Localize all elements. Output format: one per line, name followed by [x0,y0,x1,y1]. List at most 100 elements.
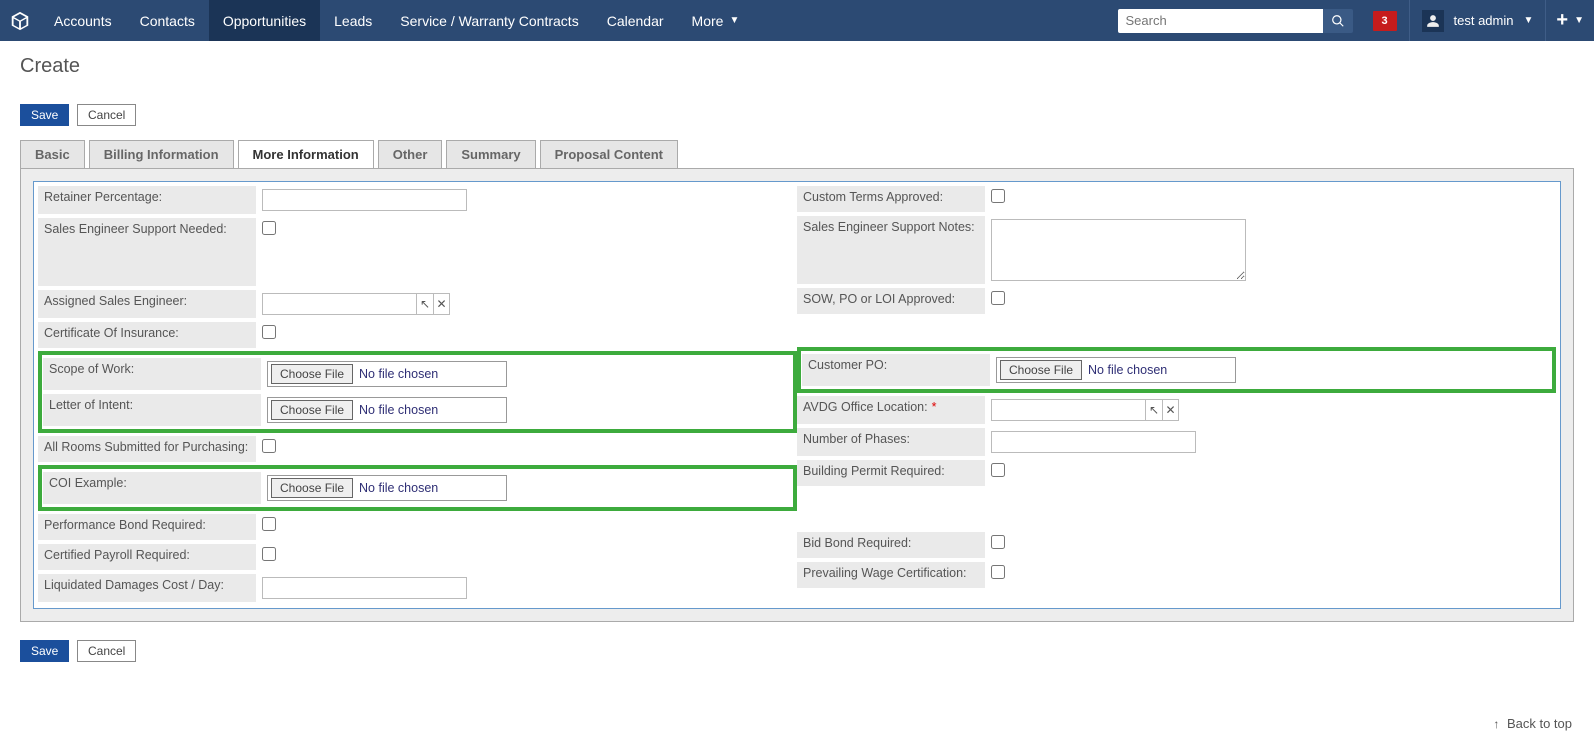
checkbox-seseng-needed[interactable] [262,221,276,235]
label-retainer: Retainer Percentage: [38,186,256,214]
label-liqdam: Liquidated Damages Cost / Day: [38,574,256,602]
nav-spacer [753,0,1111,41]
nav-calendar[interactable]: Calendar [593,0,678,41]
back-to-top[interactable]: ↑ Back to top [1493,716,1572,731]
nav-more[interactable]: More ▼ [678,0,754,41]
save-button[interactable]: Save [20,104,69,126]
caret-down-icon: ▼ [729,15,739,26]
form-panel: Retainer Percentage: Sales Engineer Supp… [20,168,1574,622]
nav-service-contracts[interactable]: Service / Warranty Contracts [386,0,592,41]
input-numphases[interactable] [991,431,1196,453]
tab-other[interactable]: Other [378,140,443,168]
label-bidbond: Bid Bond Required: [797,532,985,558]
file-coi-ex-status: No file chosen [359,481,438,495]
form-col-right: Custom Terms Approved: Sales Engineer Su… [797,184,1556,604]
checkbox-certpayroll[interactable] [262,547,276,561]
nav-items: Accounts Contacts Opportunities Leads Se… [40,0,753,41]
label-loi: Letter of Intent: [43,394,261,426]
file-custpo-choose[interactable]: Choose File [1000,360,1082,380]
input-avdg[interactable] [991,399,1146,421]
label-coi-ex: COI Example: [43,472,261,504]
user-icon [1426,14,1440,28]
file-sow-status: No file chosen [359,367,438,381]
file-custpo: Choose File No file chosen [996,357,1236,383]
label-assign-se: Assigned Sales Engineer: [38,290,256,318]
tab-summary[interactable]: Summary [446,140,535,168]
nav-leads[interactable]: Leads [320,0,386,41]
label-blank [797,318,985,344]
arrow-up-icon: ↑ [1493,717,1499,731]
clear-icon[interactable]: ✕ [433,294,449,314]
checkbox-prevwage[interactable] [991,565,1005,579]
label-blank2 [797,490,985,528]
lookup-icon[interactable]: ↖ [1146,400,1162,420]
cancel-button-bottom[interactable]: Cancel [77,640,136,662]
lookup-icon[interactable]: ↖ [417,294,433,314]
label-coi: Certificate Of Insurance: [38,322,256,348]
quick-add[interactable]: + ▼ [1545,0,1594,41]
label-buildpermit: Building Permit Required: [797,460,985,486]
checkbox-sowpoloi[interactable] [991,291,1005,305]
notification-badge[interactable]: 3 [1373,11,1397,31]
user-menu[interactable]: test admin ▼ [1409,0,1546,41]
label-allrooms: All Rooms Submitted for Purchasing: [38,436,256,462]
file-sow: Choose File No file chosen [267,361,507,387]
app-logo[interactable] [0,0,40,41]
form-col-left: Retainer Percentage: Sales Engineer Supp… [38,184,797,604]
file-loi: Choose File No file chosen [267,397,507,423]
nav-accounts[interactable]: Accounts [40,0,126,41]
checkbox-allrooms[interactable] [262,439,276,453]
file-sow-choose[interactable]: Choose File [271,364,353,384]
top-nav: Accounts Contacts Opportunities Leads Se… [0,0,1594,41]
tab-more-info[interactable]: More Information [238,140,374,168]
label-seseng-needed: Sales Engineer Support Needed: [38,218,256,286]
label-prevwage: Prevailing Wage Certification: [797,562,985,588]
page-title: Create [20,55,1574,78]
search-wrap [1112,0,1359,41]
label-certpayroll: Certified Payroll Required: [38,544,256,570]
search-button[interactable] [1323,9,1353,33]
file-coi-ex: Choose File No file chosen [267,475,507,501]
input-liqdam[interactable] [262,577,467,599]
label-custpo: Customer PO: [802,354,990,386]
nav-contacts[interactable]: Contacts [126,0,209,41]
checkbox-coi[interactable] [262,325,276,339]
clear-icon[interactable]: ✕ [1162,400,1178,420]
user-name: test admin [1454,13,1514,28]
label-sow: Scope of Work: [43,358,261,390]
checkbox-perfbond[interactable] [262,517,276,531]
search-input[interactable] [1118,9,1323,33]
file-loi-choose[interactable]: Choose File [271,400,353,420]
file-custpo-status: No file chosen [1088,363,1167,377]
plus-icon: + [1556,9,1568,32]
label-numphases: Number of Phases: [797,428,985,456]
highlight-sow-loi: Scope of Work: Choose File No file chose… [38,351,797,433]
cancel-button[interactable]: Cancel [77,104,136,126]
file-loi-status: No file chosen [359,403,438,417]
save-button-bottom[interactable]: Save [20,640,69,662]
nav-more-label: More [692,13,724,29]
label-perfbond: Performance Bond Required: [38,514,256,540]
highlight-customer-po: Customer PO: Choose File No file chosen [797,347,1556,393]
textarea-sengnotes[interactable] [991,219,1246,281]
required-marker: * [932,400,937,414]
tab-basic[interactable]: Basic [20,140,85,168]
input-assign-se[interactable] [262,293,417,315]
label-customterms: Custom Terms Approved: [797,186,985,212]
caret-down-icon: ▼ [1524,15,1534,26]
checkbox-bidbond[interactable] [991,535,1005,549]
file-coi-ex-choose[interactable]: Choose File [271,478,353,498]
label-sengnotes: Sales Engineer Support Notes: [797,216,985,284]
tab-proposal[interactable]: Proposal Content [540,140,678,168]
label-avdg-text: AVDG Office Location: [803,400,928,414]
input-retainer[interactable] [262,189,467,211]
tab-row: Basic Billing Information More Informati… [20,140,1574,168]
checkbox-buildpermit[interactable] [991,463,1005,477]
checkbox-customterms[interactable] [991,189,1005,203]
nav-opportunities[interactable]: Opportunities [209,0,320,41]
cube-icon [9,10,31,32]
label-avdg: AVDG Office Location: * [797,396,985,424]
highlight-coi-example: COI Example: Choose File No file chosen [38,465,797,511]
caret-down-icon: ▼ [1574,15,1584,26]
tab-billing[interactable]: Billing Information [89,140,234,168]
